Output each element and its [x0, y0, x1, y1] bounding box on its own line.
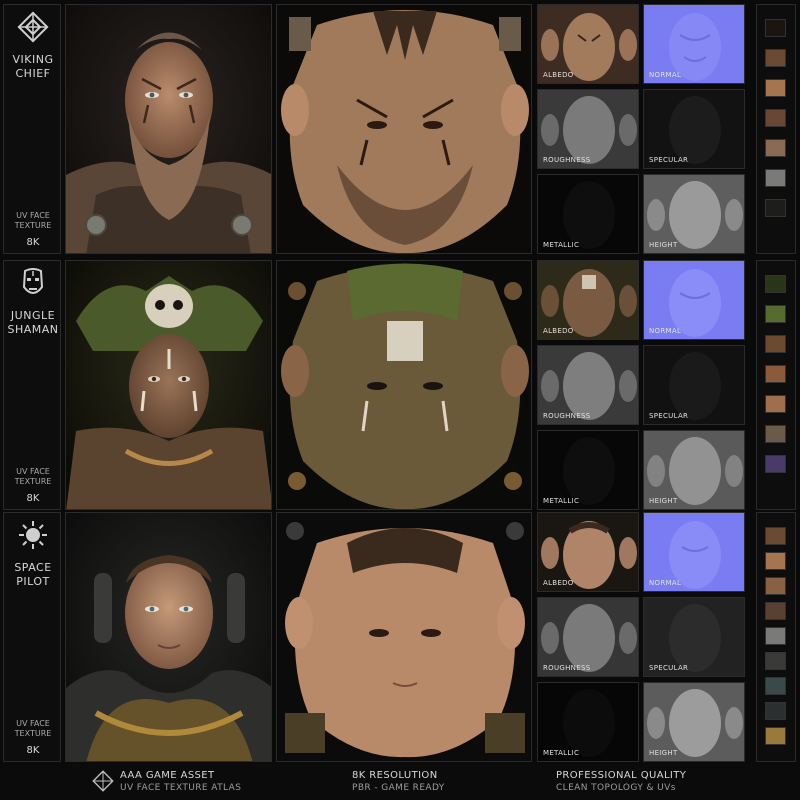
- map-label: ALBEDO: [543, 71, 574, 79]
- color-swatch: [765, 275, 786, 293]
- color-swatch: [765, 727, 786, 745]
- color-swatch: [765, 527, 786, 545]
- character-row-pilot: SPACE PILOT UV FACE TEXTURE 8K ALBEDO NO…: [0, 512, 800, 762]
- map-label: HEIGHT: [649, 749, 678, 757]
- albedo-map: ALBEDO: [537, 4, 639, 84]
- resolution-label: 8K: [26, 493, 40, 504]
- character-name: JUNGLE SHAMAN: [7, 309, 59, 336]
- footer-resolution-subtitle: PBR - GAME READY: [352, 783, 445, 793]
- uv-texture-label: UV FACE TEXTURE: [14, 719, 52, 738]
- roughness-map: ROUGHNESS: [537, 89, 639, 169]
- footer-quality-info: PROFESSIONAL QUALITY CLEAN TOPOLOGY & UV…: [556, 770, 686, 794]
- footer-resolution-info: 8K RESOLUTION PBR - GAME READY: [352, 770, 445, 794]
- character-label-panel: JUNGLE SHAMAN UV FACE TEXTURE 8K: [3, 260, 61, 510]
- celtic-knot-icon: [92, 770, 114, 792]
- footer-asset-subtitle: UV FACE TEXTURE ATLAS: [120, 783, 242, 793]
- color-palette: [756, 260, 796, 510]
- footer-bar: AAA GAME ASSET UV FACE TEXTURE ATLAS 8K …: [0, 764, 800, 800]
- map-label: METALLIC: [543, 497, 580, 505]
- footer-resolution-title: 8K RESOLUTION: [352, 770, 438, 781]
- color-swatch: [765, 395, 786, 413]
- height-map: HEIGHT: [643, 174, 745, 254]
- map-label: SPECULAR: [649, 664, 689, 672]
- height-map: HEIGHT: [643, 430, 745, 510]
- map-label: ROUGHNESS: [543, 664, 591, 672]
- albedo-map: ALBEDO: [537, 512, 639, 592]
- metallic-map: METALLIC: [537, 430, 639, 510]
- color-swatch: [765, 199, 786, 217]
- uv-unwrap-texture: [276, 512, 532, 762]
- uv-texture-label: UV FACE TEXTURE: [14, 467, 52, 486]
- portrait-render: [65, 4, 272, 254]
- color-swatch: [765, 652, 786, 670]
- character-row-viking: VIKING CHIEF UV FACE TEXTURE 8K ALBEDO N…: [0, 4, 800, 254]
- color-swatch: [765, 552, 786, 570]
- map-label: ROUGHNESS: [543, 156, 591, 164]
- color-swatch: [765, 455, 786, 473]
- specular-map: SPECULAR: [643, 597, 745, 677]
- character-name: VIKING CHIEF: [12, 53, 54, 80]
- uv-unwrap-texture: [276, 4, 532, 254]
- character-row-shaman: JUNGLE SHAMAN UV FACE TEXTURE 8K ALBEDO …: [0, 260, 800, 510]
- tribal-mask-icon: [17, 267, 49, 299]
- map-label: SPECULAR: [649, 156, 689, 164]
- texture-atlas-sheet: VIKING CHIEF UV FACE TEXTURE 8K ALBEDO N…: [0, 0, 800, 800]
- color-swatch: [765, 19, 786, 37]
- portrait-render: [65, 260, 272, 510]
- map-label: SPECULAR: [649, 412, 689, 420]
- portrait-render: [65, 512, 272, 762]
- color-swatch: [765, 365, 786, 383]
- uv-unwrap-texture: [276, 260, 532, 510]
- normal-map: NORMAL: [643, 4, 745, 84]
- map-label: HEIGHT: [649, 497, 678, 505]
- color-swatch: [765, 305, 786, 323]
- map-label: NORMAL: [649, 71, 682, 79]
- color-swatch: [765, 677, 786, 695]
- sun-compass-icon: [17, 519, 49, 551]
- footer-asset-title: AAA GAME ASSET: [120, 770, 215, 781]
- metallic-map: METALLIC: [537, 682, 639, 762]
- uv-texture-label: UV FACE TEXTURE: [14, 211, 52, 230]
- character-name: SPACE PILOT: [14, 561, 52, 588]
- color-palette: [756, 512, 796, 762]
- albedo-map: ALBEDO: [537, 260, 639, 340]
- metallic-map: METALLIC: [537, 174, 639, 254]
- normal-map: NORMAL: [643, 512, 745, 592]
- specular-map: SPECULAR: [643, 89, 745, 169]
- color-swatch: [765, 79, 786, 97]
- map-label: ALBEDO: [543, 327, 574, 335]
- color-swatch: [765, 49, 786, 67]
- color-swatch: [765, 577, 786, 595]
- character-label-panel: VIKING CHIEF UV FACE TEXTURE 8K: [3, 4, 61, 254]
- character-label-panel: SPACE PILOT UV FACE TEXTURE 8K: [3, 512, 61, 762]
- roughness-map: ROUGHNESS: [537, 597, 639, 677]
- resolution-label: 8K: [26, 237, 40, 248]
- map-label: METALLIC: [543, 241, 580, 249]
- specular-map: SPECULAR: [643, 345, 745, 425]
- map-label: ROUGHNESS: [543, 412, 591, 420]
- map-label: HEIGHT: [649, 241, 678, 249]
- roughness-map: ROUGHNESS: [537, 345, 639, 425]
- map-label: NORMAL: [649, 327, 682, 335]
- color-swatch: [765, 335, 786, 353]
- map-label: ALBEDO: [543, 579, 574, 587]
- resolution-label: 8K: [26, 745, 40, 756]
- footer-quality-title: PROFESSIONAL QUALITY: [556, 770, 687, 781]
- color-swatch: [765, 425, 786, 443]
- celtic-knot-icon: [17, 11, 49, 43]
- height-map: HEIGHT: [643, 682, 745, 762]
- color-palette: [756, 4, 796, 254]
- map-label: NORMAL: [649, 579, 682, 587]
- color-swatch: [765, 702, 786, 720]
- footer-quality-subtitle: CLEAN TOPOLOGY & UVs: [556, 783, 676, 793]
- color-swatch: [765, 169, 786, 187]
- color-swatch: [765, 602, 786, 620]
- color-swatch: [765, 139, 786, 157]
- footer-asset-info: AAA GAME ASSET UV FACE TEXTURE ATLAS: [120, 770, 241, 794]
- color-swatch: [765, 627, 786, 645]
- normal-map: NORMAL: [643, 260, 745, 340]
- map-label: METALLIC: [543, 749, 580, 757]
- color-swatch: [765, 109, 786, 127]
